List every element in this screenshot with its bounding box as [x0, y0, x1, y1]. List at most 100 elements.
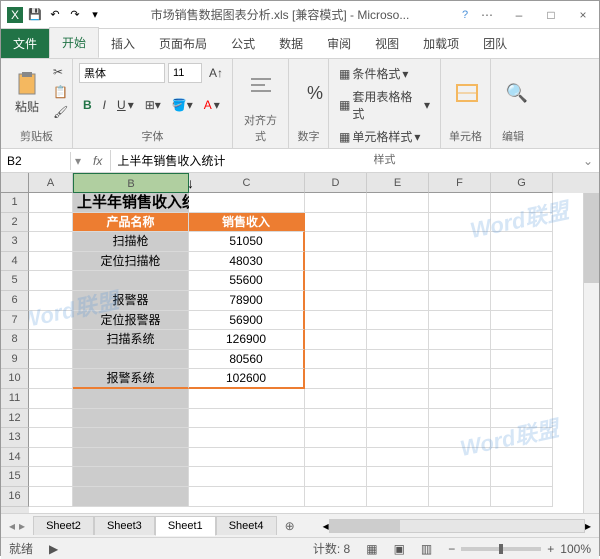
increase-font-icon[interactable]: A↑	[205, 64, 227, 82]
cell[interactable]	[29, 369, 73, 389]
cell[interactable]	[73, 487, 189, 507]
cell[interactable]	[367, 271, 429, 291]
font-color-icon[interactable]: A▾	[200, 96, 224, 114]
col-header[interactable]: E	[367, 173, 429, 193]
cell[interactable]	[189, 428, 305, 448]
menu-team[interactable]: 团队	[471, 29, 519, 58]
cell[interactable]	[189, 467, 305, 487]
cell[interactable]	[73, 467, 189, 487]
cell[interactable]	[367, 213, 429, 233]
cell[interactable]	[491, 252, 553, 272]
cell[interactable]: 102600	[189, 369, 305, 389]
col-header[interactable]: G	[491, 173, 553, 193]
cell[interactable]	[429, 409, 491, 429]
cell[interactable]	[429, 311, 491, 331]
cell[interactable]	[305, 487, 367, 507]
macro-record-icon[interactable]: ▶	[49, 542, 58, 556]
cell[interactable]	[429, 389, 491, 409]
close-icon[interactable]: ×	[571, 5, 595, 25]
horizontal-scrollbar[interactable]: ◂ ▸	[323, 519, 591, 533]
sheet-tab-active[interactable]: Sheet1	[155, 516, 216, 536]
cell[interactable]: 报警器	[73, 291, 189, 311]
namebox-dropdown-icon[interactable]: ▾	[71, 154, 85, 168]
zoom-out-icon[interactable]: −	[448, 542, 455, 556]
cell[interactable]	[429, 291, 491, 311]
cell[interactable]	[367, 409, 429, 429]
row-header[interactable]: 3	[1, 232, 29, 252]
cell[interactable]: 扫描系统	[73, 330, 189, 350]
format-painter-icon[interactable]: 🖌	[49, 103, 72, 121]
cell[interactable]	[73, 389, 189, 409]
cell[interactable]	[305, 311, 367, 331]
cell[interactable]	[189, 448, 305, 468]
maximize-icon[interactable]: □	[539, 5, 563, 25]
cell[interactable]	[491, 311, 553, 331]
cell[interactable]	[429, 193, 491, 213]
italic-icon[interactable]: I	[99, 96, 110, 114]
bold-icon[interactable]: B	[79, 96, 96, 114]
cell[interactable]	[429, 467, 491, 487]
cell[interactable]	[29, 291, 73, 311]
row-header[interactable]: 14	[1, 448, 29, 468]
cell[interactable]	[491, 409, 553, 429]
sheet-tab[interactable]: Sheet2	[33, 516, 94, 535]
cell[interactable]	[305, 291, 367, 311]
select-all-corner[interactable]	[1, 173, 29, 193]
cell[interactable]	[491, 369, 553, 389]
cell[interactable]	[29, 409, 73, 429]
cell[interactable]	[491, 389, 553, 409]
cell[interactable]	[29, 350, 73, 370]
cell[interactable]	[367, 193, 429, 213]
zoom-in-icon[interactable]: +	[547, 542, 554, 556]
vertical-scrollbar[interactable]	[583, 193, 599, 513]
cell[interactable]: 上半年销售收入统计	[73, 193, 189, 213]
cell[interactable]	[73, 350, 189, 370]
view-pagebreak-icon[interactable]: ▥	[421, 542, 432, 556]
cells-button[interactable]	[447, 63, 487, 123]
conditional-format-button[interactable]: ▦ 条件格式▾	[335, 63, 412, 84]
cell[interactable]: 126900	[189, 330, 305, 350]
cut-icon[interactable]: ✂	[49, 63, 72, 81]
row-header[interactable]: 10	[1, 369, 29, 389]
cell[interactable]: 78900	[189, 291, 305, 311]
cell[interactable]	[29, 193, 73, 213]
table-format-button[interactable]: ▦ 套用表格格式▾	[335, 86, 434, 124]
cell[interactable]	[491, 213, 553, 233]
cell[interactable]	[29, 232, 73, 252]
cell[interactable]	[491, 193, 553, 213]
row-header[interactable]: 11	[1, 389, 29, 409]
cell[interactable]	[29, 311, 73, 331]
cell[interactable]	[29, 389, 73, 409]
col-header[interactable]: C	[189, 173, 305, 193]
tab-prev-icon[interactable]: ◂	[9, 519, 15, 533]
cell[interactable]	[29, 271, 73, 291]
menu-view[interactable]: 视图	[363, 29, 411, 58]
row-header[interactable]: 7	[1, 311, 29, 331]
editing-button[interactable]: 🔍	[497, 63, 537, 123]
cell[interactable]	[367, 369, 429, 389]
cell[interactable]	[29, 448, 73, 468]
cell[interactable]	[189, 193, 305, 213]
cell[interactable]	[189, 487, 305, 507]
cell[interactable]	[367, 448, 429, 468]
row-header[interactable]: 6	[1, 291, 29, 311]
cell[interactable]: 55600	[189, 271, 305, 291]
zoom-control[interactable]: − + 100%	[448, 542, 591, 556]
cell[interactable]: 80560	[189, 350, 305, 370]
cell[interactable]	[29, 467, 73, 487]
cell[interactable]	[367, 311, 429, 331]
view-layout-icon[interactable]: ▣	[394, 542, 405, 556]
cell[interactable]	[491, 448, 553, 468]
paste-button[interactable]: 粘贴	[7, 63, 47, 123]
cell[interactable]	[29, 487, 73, 507]
cell[interactable]	[305, 369, 367, 389]
row-header[interactable]: 13	[1, 428, 29, 448]
col-header[interactable]: D	[305, 173, 367, 193]
row-header[interactable]: 16	[1, 487, 29, 507]
cell[interactable]	[491, 232, 553, 252]
cell[interactable]	[305, 193, 367, 213]
cell[interactable]	[367, 330, 429, 350]
cell[interactable]	[491, 330, 553, 350]
underline-icon[interactable]: U▾	[113, 96, 138, 114]
cell[interactable]	[491, 487, 553, 507]
